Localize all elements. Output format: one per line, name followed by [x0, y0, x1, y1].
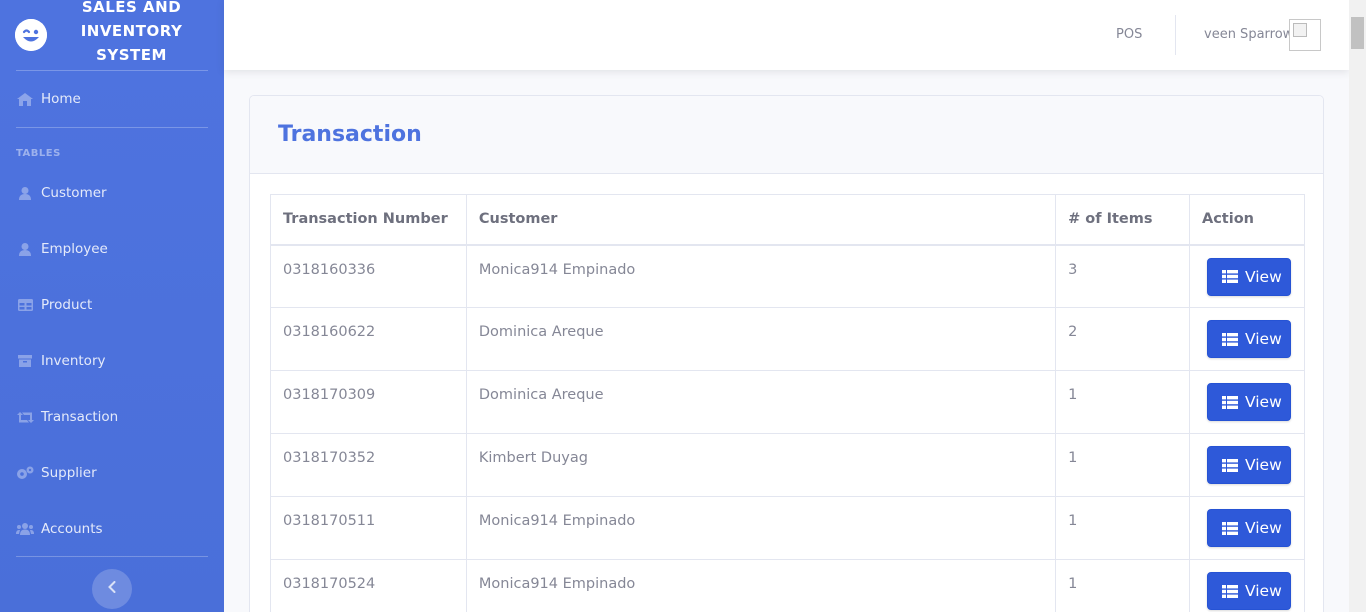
- view-button-label: View: [1244, 330, 1282, 348]
- table-container: Transaction Number Customer # of Items A…: [270, 194, 1306, 612]
- table-icon: [16, 298, 34, 312]
- laugh-wink-icon: [15, 19, 47, 51]
- brand[interactable]: SALES AND INVENTORY SYSTEM: [0, 0, 224, 70]
- customer-cell: Monica914 Empinado: [465, 559, 1057, 612]
- sidebar-heading: TABLES: [16, 148, 61, 159]
- sidebar-item-label: Customer: [41, 185, 107, 201]
- item-count-cell: 1: [1055, 433, 1190, 497]
- view-button[interactable]: View: [1206, 446, 1291, 484]
- transaction-number-cell: 0318170524: [270, 559, 467, 612]
- action-cell: View: [1188, 370, 1306, 434]
- sidebar-divider: [16, 556, 208, 557]
- transaction-number-cell: 0318160622: [270, 307, 467, 371]
- page-title: Transaction: [278, 122, 422, 147]
- sidebar-item-employee[interactable]: Employee: [0, 221, 224, 277]
- view-button-label: View: [1244, 519, 1282, 537]
- table-row: 0318160622 Dominica Areque 2 View: [270, 307, 1306, 371]
- column-header[interactable]: Action: [1188, 194, 1306, 246]
- sidebar-item-accounts[interactable]: Accounts: [0, 501, 224, 557]
- sidebar-item-label: Product: [41, 297, 93, 313]
- table-row: 0318170511 Monica914 Empinado 1 View: [270, 496, 1306, 560]
- page-scrollbar[interactable]: [1349, 0, 1366, 612]
- scrollbar-thumb[interactable]: [1351, 17, 1364, 49]
- customer-cell: Dominica Areque: [465, 307, 1057, 371]
- topbar: POS veen Sparrow: [224, 0, 1349, 70]
- pos-link[interactable]: POS: [1116, 27, 1142, 42]
- view-button[interactable]: View: [1206, 383, 1291, 421]
- sidebar-item-customer[interactable]: Customer: [0, 165, 224, 221]
- table-row: 0318170524 Monica914 Empinado 1 View: [270, 559, 1306, 612]
- item-count-cell: 3: [1055, 244, 1190, 308]
- cogs-icon: [16, 466, 34, 480]
- sidebar-toggle-button[interactable]: [92, 569, 132, 609]
- list-icon: [1221, 521, 1238, 535]
- view-button[interactable]: View: [1206, 320, 1291, 358]
- table-row: 0318160336 Monica914 Empinado 3 View: [270, 244, 1306, 308]
- list-icon: [1221, 270, 1238, 283]
- item-count-cell: 1: [1055, 559, 1190, 612]
- action-cell: View: [1188, 244, 1306, 308]
- sidebar: SALES AND INVENTORY SYSTEM Home TABLES C…: [0, 0, 224, 612]
- action-cell: View: [1188, 307, 1306, 371]
- customer-cell: Kimbert Duyag: [465, 433, 1057, 497]
- card-header: Transaction: [250, 96, 1323, 174]
- customer-cell: Monica914 Empinado: [465, 244, 1057, 308]
- action-cell: View: [1188, 433, 1306, 497]
- retweet-icon: [16, 410, 34, 424]
- view-button-label: View: [1244, 582, 1282, 600]
- sidebar-item-supplier[interactable]: Supplier: [0, 445, 224, 501]
- column-header[interactable]: Transaction Number: [270, 194, 467, 246]
- sidebar-item-transaction[interactable]: Transaction: [0, 389, 224, 445]
- transaction-number-cell: 0318170309: [270, 370, 467, 434]
- sidebar-item-product[interactable]: Product: [0, 277, 224, 333]
- topbar-divider: [1175, 15, 1176, 55]
- users-icon: [16, 522, 34, 536]
- item-count-cell: 2: [1055, 307, 1190, 371]
- list-icon: [1221, 332, 1238, 346]
- item-count-cell: 1: [1055, 496, 1190, 560]
- sidebar-item-inventory[interactable]: Inventory: [0, 333, 224, 389]
- view-button[interactable]: View: [1206, 572, 1291, 610]
- sidebar-item-label: Supplier: [41, 465, 97, 481]
- brand-title: SALES AND INVENTORY SYSTEM: [80, 0, 183, 64]
- action-cell: View: [1188, 559, 1306, 612]
- action-cell: View: [1188, 496, 1306, 560]
- sidebar-item-label: Transaction: [41, 409, 119, 425]
- sidebar-item-home[interactable]: Home: [0, 71, 224, 127]
- transaction-card: Transaction Transaction Number Customer …: [249, 95, 1324, 612]
- home-icon: [16, 92, 34, 106]
- chevron-left-icon: [108, 581, 116, 597]
- sidebar-item-label: Employee: [41, 241, 108, 257]
- table-row: 0318170309 Dominica Areque 1 View: [270, 370, 1306, 434]
- sidebar-item-label: Inventory: [41, 353, 106, 369]
- transaction-number-cell: 0318170352: [270, 433, 467, 497]
- transaction-number-cell: 0318170511: [270, 496, 467, 560]
- archive-icon: [16, 354, 34, 368]
- table-header-row: Transaction Number Customer # of Items A…: [270, 194, 1306, 246]
- transaction-table: Transaction Number Customer # of Items A…: [270, 194, 1306, 612]
- avatar[interactable]: [1289, 19, 1321, 51]
- user-icon: [16, 242, 34, 256]
- table-row: 0318170352 Kimbert Duyag 1 View: [270, 433, 1306, 497]
- sidebar-item-label: Home: [41, 91, 81, 107]
- column-header[interactable]: Customer: [465, 194, 1057, 246]
- customer-cell: Monica914 Empinado: [465, 496, 1057, 560]
- user-icon: [16, 186, 34, 200]
- item-count-cell: 1: [1055, 370, 1190, 434]
- view-button[interactable]: View: [1206, 257, 1291, 296]
- list-icon: [1221, 458, 1238, 472]
- view-button-label: View: [1244, 267, 1282, 286]
- list-icon: [1221, 395, 1238, 409]
- transaction-number-cell: 0318160336: [270, 244, 467, 308]
- column-header[interactable]: # of Items: [1055, 194, 1190, 246]
- view-button[interactable]: View: [1206, 509, 1291, 547]
- view-button-label: View: [1244, 456, 1282, 474]
- customer-cell: Dominica Areque: [465, 370, 1057, 434]
- list-icon: [1221, 584, 1238, 598]
- sidebar-item-label: Accounts: [41, 521, 103, 537]
- user-name[interactable]: veen Sparrow: [1204, 27, 1293, 42]
- view-button-label: View: [1244, 393, 1282, 411]
